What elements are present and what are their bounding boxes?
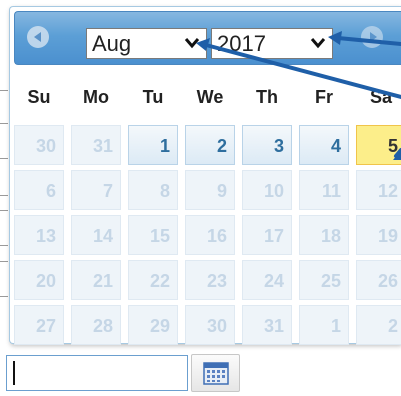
day-cell[interactable]: 4 <box>299 125 349 165</box>
day-cell: 17 <box>242 215 292 255</box>
chevron-down-icon <box>184 38 200 49</box>
page-divider <box>0 90 8 91</box>
day-cell: 9 <box>185 170 235 210</box>
weekday-header: Mo <box>83 87 109 107</box>
prev-month-button[interactable] <box>27 26 49 48</box>
day-cell: 19 <box>356 215 401 255</box>
month-select-value: Aug <box>92 31 132 56</box>
day-cell: 31 <box>242 305 292 345</box>
day-cell: 8 <box>128 170 178 210</box>
page-divider <box>0 158 8 159</box>
day-cell: 27 <box>14 305 64 345</box>
day-cell: 24 <box>242 260 292 300</box>
day-cell: 7 <box>71 170 121 210</box>
day-cell: 23 <box>185 260 235 300</box>
chevron-right-icon <box>369 32 377 42</box>
day-cell: 13 <box>14 215 64 255</box>
weekday-header: We <box>196 87 224 107</box>
day-cell[interactable]: 2 <box>185 125 235 165</box>
chevron-down-icon <box>310 38 326 49</box>
datepicker-popup: Aug 2017 Su Mo Tu We Th Fr Sa 30 31 1 2 3 4 5 6 7 8 9 10 1… <box>9 6 401 345</box>
page-divider <box>0 296 8 297</box>
weekday-header: Sa <box>369 87 393 107</box>
year-select[interactable]: 2017 <box>211 28 333 59</box>
day-cell: 31 <box>71 125 121 165</box>
day-cell: 25 <box>299 260 349 300</box>
day-cell: 2 <box>356 305 401 345</box>
next-month-button[interactable] <box>361 26 383 48</box>
page-divider <box>0 261 8 262</box>
calendar-trigger-button[interactable] <box>191 354 240 392</box>
month-select[interactable]: Aug <box>86 28 207 59</box>
day-cell: 29 <box>128 305 178 345</box>
day-cell: 10 <box>242 170 292 210</box>
day-cell: 11 <box>299 170 349 210</box>
day-cell: 6 <box>14 170 64 210</box>
day-cell: 26 <box>356 260 401 300</box>
weekday-header: Tu <box>142 87 164 107</box>
datepicker-header: Aug 2017 <box>14 11 401 65</box>
chevron-left-icon <box>33 32 41 42</box>
day-cell: 1 <box>299 305 349 345</box>
weekday-header: Th <box>256 87 278 107</box>
weekday-header: Fr <box>315 87 333 107</box>
day-cell: 15 <box>128 215 178 255</box>
day-cell: 16 <box>185 215 235 255</box>
day-cell: 28 <box>71 305 121 345</box>
day-cell-today[interactable]: 5 <box>356 125 401 165</box>
day-cell: 30 <box>14 125 64 165</box>
calendar-icon <box>202 362 229 385</box>
page-divider <box>0 195 8 196</box>
day-cell: 18 <box>299 215 349 255</box>
day-cell[interactable]: 3 <box>242 125 292 165</box>
day-cell[interactable]: 1 <box>128 125 178 165</box>
page-divider <box>0 123 8 124</box>
day-cell: 21 <box>71 260 121 300</box>
weekday-header: Su <box>27 87 51 107</box>
day-cell: 12 <box>356 170 401 210</box>
day-cell: 20 <box>14 260 64 300</box>
date-input[interactable] <box>6 355 188 391</box>
page-divider <box>0 245 8 246</box>
page-divider <box>0 210 8 211</box>
day-cell: 22 <box>128 260 178 300</box>
year-select-value: 2017 <box>217 31 266 56</box>
day-cell: 30 <box>185 305 235 345</box>
text-cursor <box>13 361 15 385</box>
day-cell: 14 <box>71 215 121 255</box>
